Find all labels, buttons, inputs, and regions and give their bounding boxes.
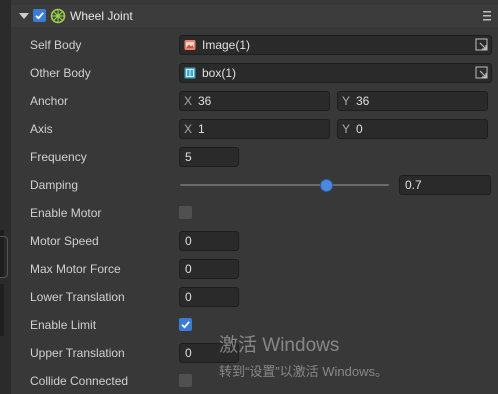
anchor-row: Anchor X 36 Y 36	[11, 90, 498, 112]
left-gutter	[0, 0, 10, 394]
component-title: Wheel Joint	[70, 9, 133, 23]
component-header[interactable]: Wheel Joint	[11, 5, 498, 27]
axis-label: Axis	[30, 122, 53, 136]
hamburger-icon[interactable]	[483, 10, 491, 22]
motor-speed-label: Motor Speed	[30, 234, 99, 248]
max-motor-force-input[interactable]: 0	[179, 259, 239, 279]
lower-translation-row: Lower Translation 0	[11, 286, 498, 308]
damping-label: Damping	[30, 178, 79, 192]
wheel-joint-inspector: Wheel Joint Self Body Image(1) Other Bod…	[10, 0, 498, 394]
self-body-value: Image(1)	[202, 38, 251, 52]
anchor-x-value: 36	[198, 94, 212, 108]
enable-motor-row: Enable Motor	[11, 202, 498, 224]
gutter-tab[interactable]	[0, 236, 8, 278]
motor-speed-value: 0	[185, 234, 192, 248]
damping-row: Damping 0.7	[11, 174, 498, 196]
frequency-input[interactable]: 5	[179, 147, 239, 167]
damping-slider-track[interactable]	[180, 184, 389, 186]
upper-translation-label: Upper Translation	[30, 346, 125, 360]
axis-x-field[interactable]: X 1	[179, 119, 330, 139]
axis-row: Axis X 1 Y 0	[11, 118, 498, 140]
collide-connected-checkbox[interactable]	[179, 374, 192, 387]
checkmark-icon	[181, 321, 190, 329]
max-motor-force-label: Max Motor Force	[30, 262, 121, 276]
upper-translation-value: 0	[185, 346, 192, 360]
motor-speed-row: Motor Speed 0	[11, 230, 498, 252]
x-axis-label: X	[184, 94, 193, 108]
upper-translation-row: Upper Translation 0	[11, 342, 498, 364]
wheel-joint-icon	[50, 8, 66, 24]
box-icon	[184, 67, 196, 79]
damping-value: 0.7	[405, 178, 422, 192]
max-motor-force-value: 0	[185, 262, 192, 276]
other-body-label: Other Body	[30, 66, 91, 80]
enable-motor-label: Enable Motor	[30, 206, 102, 220]
enable-limit-checkbox[interactable]	[179, 318, 192, 331]
anchor-x-field[interactable]: X 36	[179, 91, 330, 111]
lower-translation-input[interactable]: 0	[179, 287, 239, 307]
lower-translation-label: Lower Translation	[30, 290, 125, 304]
axis-x-value: 1	[198, 122, 205, 136]
anchor-y-value: 36	[356, 94, 370, 108]
anchor-y-field[interactable]: Y 36	[337, 91, 488, 111]
damping-input[interactable]: 0.7	[399, 175, 491, 195]
frequency-value: 5	[185, 150, 192, 164]
max-motor-force-row: Max Motor Force 0	[11, 258, 498, 280]
self-body-field[interactable]: Image(1)	[179, 35, 492, 55]
axis-y-field[interactable]: Y 0	[337, 119, 488, 139]
enable-limit-row: Enable Limit	[11, 314, 498, 336]
object-picker-icon[interactable]	[475, 66, 488, 79]
other-body-field[interactable]: box(1)	[179, 63, 492, 83]
collide-connected-row: Collide Connected	[11, 370, 498, 392]
enable-motor-checkbox[interactable]	[179, 206, 192, 219]
frequency-label: Frequency	[30, 150, 87, 164]
checkmark-icon	[35, 12, 44, 20]
motor-speed-input[interactable]: 0	[179, 231, 239, 251]
collapse-arrow-icon[interactable]	[19, 13, 29, 19]
axis-y-value: 0	[356, 122, 363, 136]
image-icon	[184, 40, 196, 50]
frequency-row: Frequency 5	[11, 146, 498, 168]
y-axis-label: Y	[342, 94, 351, 108]
other-body-value: box(1)	[202, 66, 237, 80]
upper-translation-input[interactable]: 0	[179, 343, 239, 363]
component-enable-checkbox[interactable]	[33, 9, 46, 22]
other-body-row: Other Body box(1)	[11, 62, 498, 84]
x-axis-label: X	[184, 122, 193, 136]
object-picker-icon[interactable]	[475, 38, 488, 51]
self-body-row: Self Body Image(1)	[11, 34, 498, 56]
anchor-label: Anchor	[30, 94, 69, 108]
damping-slider-handle[interactable]	[320, 179, 334, 192]
self-body-label: Self Body	[30, 38, 82, 52]
lower-translation-value: 0	[185, 290, 192, 304]
enable-limit-label: Enable Limit	[30, 318, 97, 332]
y-axis-label: Y	[342, 122, 351, 136]
collide-connected-label: Collide Connected	[30, 374, 129, 388]
gutter-divider	[0, 284, 4, 336]
